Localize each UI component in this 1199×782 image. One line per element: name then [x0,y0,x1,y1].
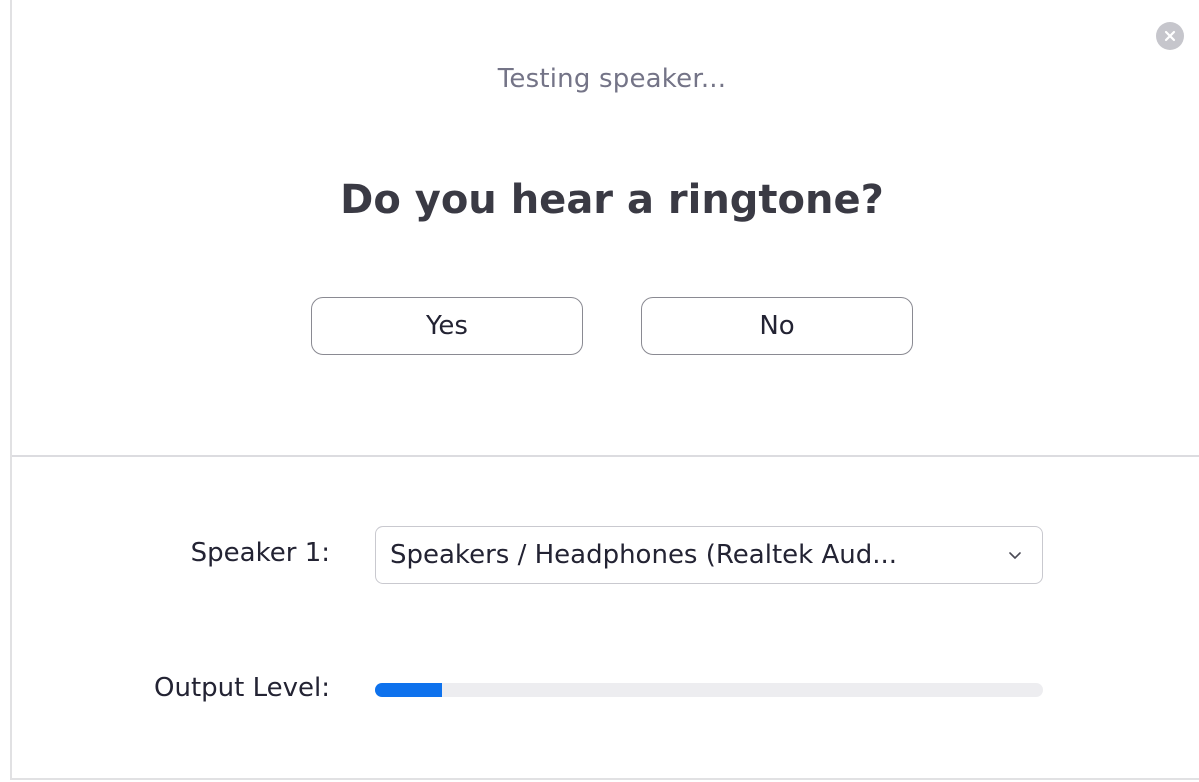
speaker-select[interactable]: Speakers / Headphones (Realtek Aud... [375,526,1043,584]
speaker-label: Speaker 1: [190,538,330,568]
close-button[interactable] [1156,22,1184,50]
no-button[interactable]: No [641,297,913,355]
output-level-meter [375,683,1043,697]
dialog-question: Do you hear a ringtone? [340,177,884,223]
yes-button[interactable]: Yes [311,297,583,355]
chevron-down-icon [988,527,1042,583]
status-text: Testing speaker... [497,64,727,94]
close-icon [1164,30,1176,42]
section-divider [12,455,1199,457]
window-border-bottom [10,778,1199,780]
output-level-label: Output Level: [154,673,330,703]
speaker-select-value: Speakers / Headphones (Realtek Aud... [390,540,898,570]
output-level-fill [375,683,442,697]
window-border-left [10,0,12,778]
test-speaker-dialog: Testing speaker... Do you hear a rington… [0,0,1199,782]
